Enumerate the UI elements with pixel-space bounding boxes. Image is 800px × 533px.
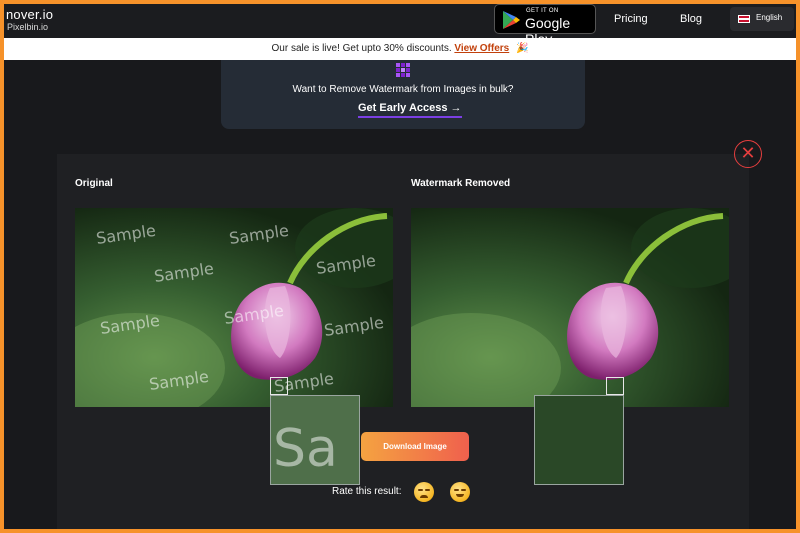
app-window: nover.io Pixelbin.io GET IT ON Google Pl…: [4, 4, 796, 529]
logo-text[interactable]: nover.io: [6, 7, 53, 22]
view-offers-link[interactable]: View Offers: [454, 43, 509, 54]
bulk-promo-card: Want to Remove Watermark from Images in …: [221, 60, 585, 129]
google-play-icon: [503, 11, 520, 29]
uk-flag-icon: [738, 15, 750, 23]
cta-label: Get Early Access: [358, 102, 448, 114]
arrow-right-icon: →: [450, 102, 462, 114]
watermark-removed-label: Watermark Removed: [411, 178, 511, 189]
rate-label: Rate this result:: [332, 486, 402, 497]
original-label: Original: [75, 178, 113, 189]
sale-banner: Our sale is live! Get upto 30% discounts…: [4, 38, 796, 60]
removed-zoom-preview: [534, 395, 624, 485]
nav-link-pricing[interactable]: Pricing: [614, 13, 648, 25]
original-image: Sample Sample Sample Sample Sample Sampl…: [75, 208, 393, 407]
logo-subtext: Pixelbin.io: [7, 22, 49, 32]
nav-link-blog[interactable]: Blog: [680, 13, 702, 25]
google-play-badge[interactable]: GET IT ON Google Play: [494, 4, 596, 47]
close-button[interactable]: ✕: [734, 140, 762, 168]
watermark-removed-image: [411, 208, 729, 407]
sale-text: Our sale is live! Get upto 30% discounts…: [271, 43, 452, 54]
download-image-button[interactable]: Download Image: [361, 432, 469, 461]
removed-zoom-marker[interactable]: [606, 377, 624, 395]
badge-top-text: GET IT ON: [526, 8, 559, 14]
bulk-grid-icon: [396, 63, 410, 77]
party-horn-icon: 🎉: [516, 43, 529, 54]
promo-text: Want to Remove Watermark from Images in …: [292, 84, 514, 95]
zoom-watermark-text: Sa: [273, 419, 338, 479]
language-selector[interactable]: English: [730, 7, 794, 31]
original-zoom-preview: Sa: [270, 395, 360, 485]
original-zoom-marker[interactable]: [270, 377, 288, 395]
get-early-access-link[interactable]: Get Early Access →: [358, 102, 462, 118]
top-nav: nover.io Pixelbin.io GET IT ON Google Pl…: [4, 4, 796, 47]
happy-face-icon[interactable]: [450, 482, 470, 502]
language-label: English: [756, 13, 783, 22]
sad-face-icon[interactable]: [414, 482, 434, 502]
